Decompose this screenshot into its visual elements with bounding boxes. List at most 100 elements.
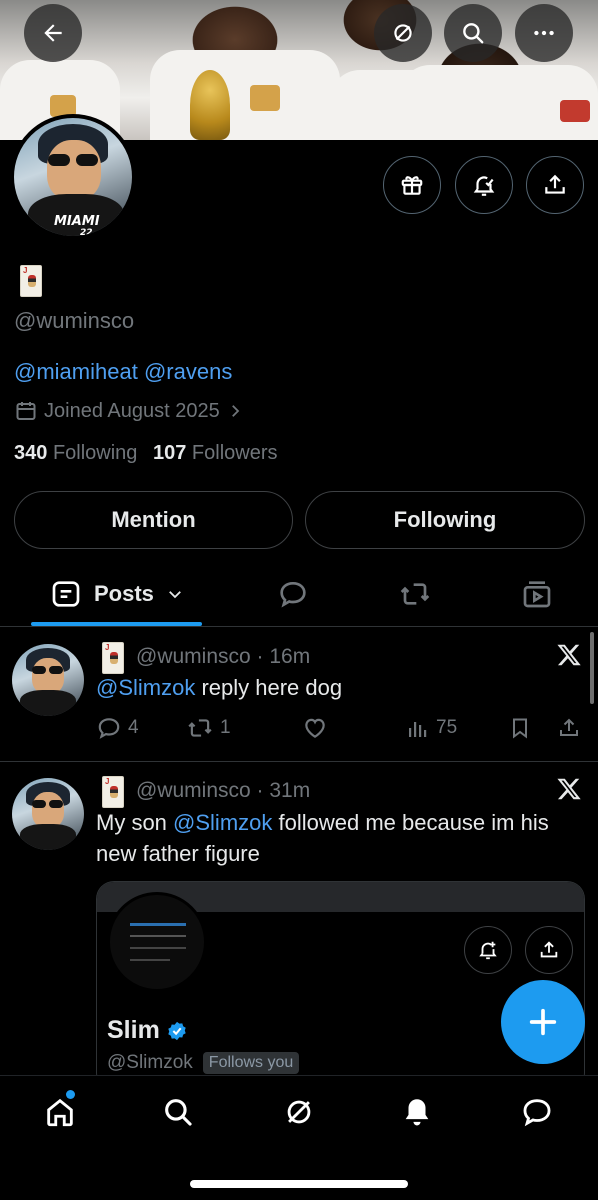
gift-button[interactable]: [383, 156, 441, 214]
quoted-share-button[interactable]: [525, 926, 573, 974]
share-icon: [540, 941, 558, 958]
scrollbar[interactable]: [590, 632, 594, 704]
share-profile-button[interactable]: [526, 156, 584, 214]
more-button[interactable]: [515, 4, 573, 62]
posts-icon: [52, 581, 80, 607]
tweet-avatar[interactable]: [12, 644, 84, 716]
tweet-mention[interactable]: @Slimzok: [173, 810, 272, 835]
quoted-name-row: Slim: [107, 1016, 188, 1045]
tweet-avatar[interactable]: [12, 778, 84, 850]
following-label: Following: [52, 442, 138, 464]
back-arrow-icon: [44, 24, 62, 42]
calendar-icon: [16, 402, 36, 420]
tab-media[interactable]: [521, 578, 553, 610]
tweet-handle[interactable]: @wuminsco: [136, 645, 251, 668]
share-tweet-button[interactable]: [557, 715, 581, 741]
nav-home[interactable]: [40, 1092, 80, 1132]
tweet-meta: @wuminsco · 31m: [136, 779, 311, 802]
joined-text: Joined August 2025: [44, 399, 220, 422]
tweet-text: @Slimzok reply here dog: [96, 672, 576, 703]
compose-button[interactable]: [501, 980, 585, 1064]
bio-mention-ravens[interactable]: @ravens: [144, 359, 232, 384]
nav-search[interactable]: [158, 1092, 198, 1132]
gift-icon: [401, 176, 423, 195]
joined-date[interactable]: Joined August 2025: [14, 398, 244, 424]
quoted-handle: @Slimzok: [107, 1052, 193, 1073]
views-icon: [409, 722, 427, 737]
x-logo-icon[interactable]: [556, 776, 582, 802]
followers-count: 107: [152, 442, 187, 464]
back-button[interactable]: [24, 4, 82, 62]
quoted-profile-card[interactable]: Slim @Slimzok Follows you: [96, 881, 585, 1091]
profile-avatar[interactable]: MIAMI 22: [10, 114, 136, 240]
tweet-text: My son @Slimzok followed me because im h…: [96, 807, 586, 869]
tab-posts-label: Posts: [94, 581, 154, 606]
quoted-handle-row: @Slimzok Follows you: [107, 1052, 300, 1074]
views-button[interactable]: 75: [406, 715, 457, 741]
messages-icon: [523, 1099, 551, 1127]
tweet-display-name-emoji: [102, 776, 124, 808]
tab-replies[interactable]: [277, 578, 309, 610]
chevron-down-icon: [169, 591, 181, 599]
grok-icon: [287, 1100, 311, 1124]
quoted-notify-button[interactable]: [464, 926, 512, 974]
tab-reposts[interactable]: [398, 578, 432, 610]
tweet-handle[interactable]: @wuminsco: [136, 779, 251, 802]
home-indicator: [190, 1180, 408, 1188]
notification-bell-icon: [479, 941, 497, 960]
display-name-emoji: [20, 265, 42, 297]
tweet-display-name-emoji: [102, 642, 124, 674]
chevron-right-icon: [231, 405, 239, 417]
reposts-icon: [400, 583, 430, 605]
search-button[interactable]: [444, 4, 502, 62]
mention-button[interactable]: Mention: [14, 491, 293, 549]
tweet-meta: @wuminsco · 16m: [136, 645, 311, 668]
tweet-time[interactable]: 31m: [269, 779, 310, 802]
tweet-time[interactable]: 16m: [269, 645, 310, 668]
verified-icon: [168, 1021, 186, 1040]
nav-messages[interactable]: [517, 1092, 557, 1132]
avatar-jersey-text: MIAMI: [54, 214, 100, 229]
avatar-jersey-number: 22: [80, 228, 93, 238]
followers-stat[interactable]: 107 Followers: [153, 442, 278, 464]
like-icon: [305, 718, 325, 738]
notification-button[interactable]: [455, 156, 513, 214]
tweet-body: reply here dog: [195, 675, 343, 700]
reply-button[interactable]: 4: [96, 715, 139, 741]
following-stat[interactable]: 340 Following: [14, 442, 137, 464]
nav-grok[interactable]: [279, 1092, 319, 1132]
replies-icon: [280, 581, 306, 608]
repost-count: 1: [220, 717, 231, 738]
like-button[interactable]: [302, 715, 328, 741]
bookmark-button[interactable]: [508, 715, 532, 741]
search-icon: [165, 1099, 192, 1126]
tweet-divider: [0, 761, 598, 762]
bio-mention-miamiheat[interactable]: @miamiheat: [14, 359, 138, 384]
follows-you-badge: Follows you: [202, 1052, 300, 1074]
tab-posts[interactable]: Posts: [50, 577, 184, 611]
tabs-divider: [0, 626, 598, 627]
reply-count: 4: [128, 717, 139, 738]
repost-button[interactable]: 1: [186, 715, 231, 741]
media-icon: [523, 581, 551, 608]
search-icon: [463, 23, 484, 44]
share-icon: [545, 174, 565, 194]
grok-icon: [394, 24, 412, 42]
tweet-body-start: My son: [96, 810, 174, 835]
home-icon: [47, 1098, 73, 1127]
following-button[interactable]: Following: [305, 491, 585, 549]
home-notification-dot: [66, 1090, 75, 1099]
reply-icon: [98, 718, 120, 739]
share-icon: [560, 718, 578, 736]
grok-button[interactable]: [374, 4, 432, 62]
following-count: 340: [14, 442, 48, 464]
repost-icon: [188, 719, 212, 737]
profile-bio: @miamiheat @ravens: [14, 359, 232, 385]
nav-notifications[interactable]: [397, 1092, 437, 1132]
quoted-avatar[interactable]: [107, 892, 207, 992]
tweet-mention[interactable]: @Slimzok: [96, 675, 195, 700]
x-logo-icon[interactable]: [556, 642, 582, 668]
plus-icon: [529, 1008, 557, 1036]
profile-handle: @wuminsco: [14, 308, 135, 333]
more-icon: [534, 30, 554, 36]
